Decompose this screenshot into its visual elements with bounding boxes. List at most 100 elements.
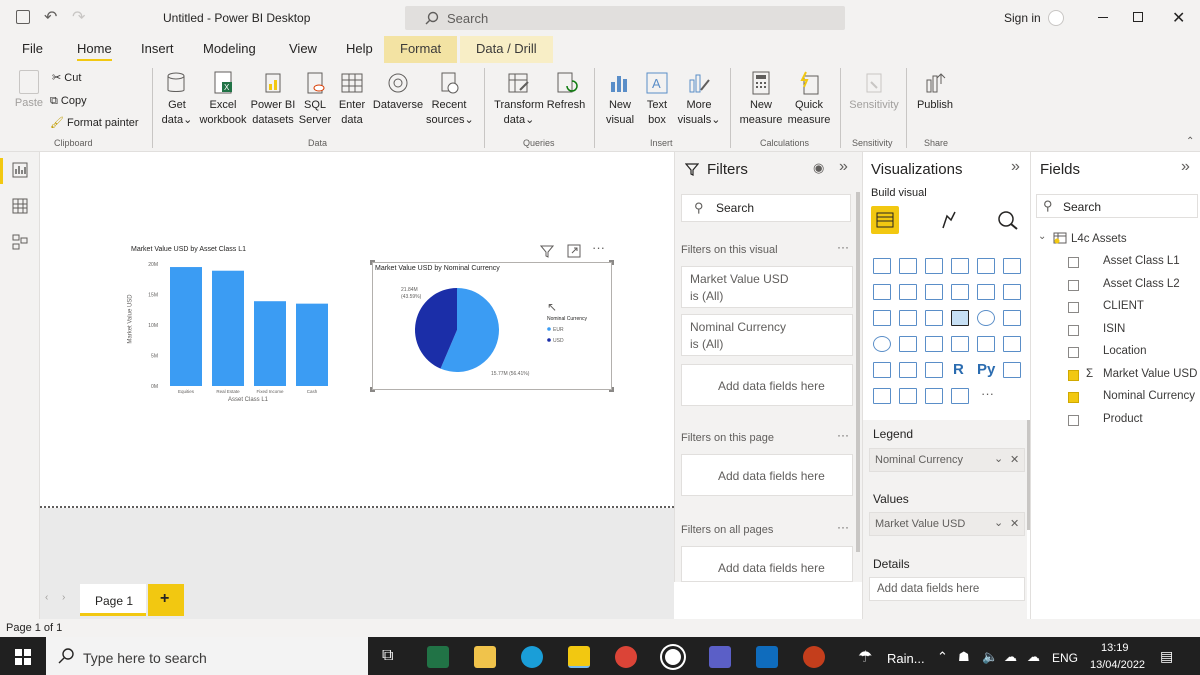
collapse-icon[interactable]: » <box>1011 158 1020 176</box>
narrative-icon[interactable] <box>925 388 943 404</box>
tab-data-drill[interactable]: Data / Drill <box>460 36 553 63</box>
r-script-icon[interactable]: R <box>953 361 964 378</box>
field-checkbox[interactable] <box>1068 302 1079 313</box>
recent-sources-button[interactable]: Recent sources⌄ <box>426 70 474 128</box>
funnel-icon[interactable] <box>899 310 917 326</box>
clustered-bar-chart-icon[interactable] <box>925 258 943 274</box>
sensitivity-button[interactable]: Sensitivity <box>846 70 902 113</box>
more-visuals-icon[interactable]: ··· <box>981 386 994 401</box>
restore-icon[interactable] <box>1133 12 1143 22</box>
more-options-icon[interactable]: ··· <box>837 520 849 534</box>
clock-time[interactable]: 13:19 <box>1101 642 1129 654</box>
field-item[interactable]: Product <box>1103 413 1143 425</box>
chevron-down-icon[interactable]: ⌄ <box>994 516 1003 529</box>
field-item[interactable]: CLIENT <box>1103 300 1144 312</box>
avatar[interactable] <box>1048 10 1064 26</box>
save-icon[interactable] <box>16 10 30 24</box>
excel-app-icon[interactable] <box>427 646 449 668</box>
tab-help[interactable]: Help <box>346 41 373 56</box>
details-well[interactable]: Add data fields here <box>869 577 1025 601</box>
field-item[interactable]: Asset Class L1 <box>1103 255 1180 267</box>
field-checkbox[interactable] <box>1068 414 1079 426</box>
minimize-icon[interactable] <box>1098 17 1108 18</box>
powerpoint-icon[interactable] <box>803 646 825 668</box>
scatter-chart-icon[interactable] <box>925 310 943 326</box>
legend-item[interactable]: USD <box>553 338 564 344</box>
pie-chart-visual[interactable]: Market Value USD by Nominal Currency 21.… <box>370 260 614 392</box>
kpi-icon[interactable] <box>1003 336 1021 352</box>
sign-in-link[interactable]: Sign in <box>1004 11 1041 25</box>
waterfall-chart-icon[interactable] <box>873 310 891 326</box>
stacked-bar-chart-icon[interactable] <box>873 258 891 274</box>
collapse-icon[interactable]: » <box>1181 158 1190 176</box>
tab-file[interactable]: File <box>22 41 43 56</box>
cloud-sync-icon[interactable]: ☁ <box>1004 649 1017 665</box>
field-checkbox[interactable] <box>1068 369 1079 381</box>
add-data-fields-all[interactable]: Add data fields here <box>681 546 853 582</box>
publish-button[interactable]: Publish <box>912 70 958 113</box>
page-tab-1[interactable]: Page 1 <box>80 584 146 616</box>
eye-icon[interactable]: ◉ <box>813 160 824 176</box>
report-view-icon[interactable] <box>12 162 28 178</box>
bar-chart-bar[interactable] <box>170 267 202 386</box>
field-item[interactable]: Location <box>1103 345 1146 357</box>
tab-format[interactable]: Format <box>384 36 458 63</box>
remove-icon[interactable]: ✕ <box>1010 517 1019 530</box>
clustered-column-chart-icon[interactable] <box>951 258 969 274</box>
card-icon[interactable] <box>951 336 969 352</box>
more-options-icon[interactable]: ··· <box>837 240 849 254</box>
cut-button[interactable]: ✂ Cut <box>52 71 81 86</box>
outlook-icon[interactable] <box>756 646 778 668</box>
network-icon[interactable]: ☗ <box>958 649 970 665</box>
close-icon[interactable]: ✕ <box>1172 8 1185 28</box>
python-visual-icon[interactable]: Py <box>977 361 995 378</box>
gauge-icon[interactable] <box>925 336 943 352</box>
edge-icon[interactable] <box>521 646 543 668</box>
table-name-l4c-assets[interactable]: L4c Assets <box>1071 233 1127 245</box>
report-page[interactable]: Market Value USD by Asset Class L1 Marke… <box>40 152 674 508</box>
filter-icon[interactable] <box>540 244 554 258</box>
table-visual-icon[interactable] <box>899 362 917 378</box>
100-stacked-column-icon[interactable] <box>1003 258 1021 274</box>
paginated-report-icon[interactable] <box>951 388 969 404</box>
enter-data-button[interactable]: Enter data <box>336 70 368 128</box>
pie-chart-icon[interactable] <box>951 310 969 326</box>
area-chart-icon[interactable] <box>899 284 917 300</box>
field-checkbox[interactable] <box>1068 392 1079 403</box>
donut-chart-icon[interactable] <box>977 310 995 326</box>
slicer-icon[interactable] <box>873 362 891 378</box>
filter-card-nominal-currency[interactable]: Nominal Currency is (All) <box>681 314 853 356</box>
chevron-down-icon[interactable]: ⌄ <box>994 452 1003 465</box>
decomposition-tree-icon[interactable] <box>873 388 891 404</box>
matrix-icon[interactable] <box>925 362 943 378</box>
collapse-ribbon-icon[interactable]: ⌃ <box>1186 136 1194 147</box>
focus-mode-icon[interactable] <box>567 244 581 258</box>
teams-icon[interactable] <box>709 646 731 668</box>
values-well[interactable]: Market Value USD ⌄ ✕ <box>869 512 1025 536</box>
resize-handle[interactable] <box>609 387 614 392</box>
collapse-icon[interactable]: » <box>839 158 848 176</box>
sql-server-button[interactable]: SQL Server <box>298 70 332 128</box>
windows-start-icon[interactable] <box>15 649 31 665</box>
multi-row-card-icon[interactable] <box>977 336 995 352</box>
scrollbar[interactable] <box>856 192 860 552</box>
key-influencers-icon[interactable] <box>1003 362 1021 378</box>
get-data-button[interactable]: Get data⌄ <box>158 70 196 128</box>
file-explorer-icon[interactable] <box>474 646 496 668</box>
dataverse-button[interactable]: Dataverse <box>372 70 424 113</box>
field-item[interactable]: Nominal Currency <box>1103 390 1195 402</box>
line-stacked-column-icon[interactable] <box>951 284 969 300</box>
bar-chart-bar[interactable] <box>296 303 328 386</box>
bar-chart-bar[interactable] <box>212 270 244 386</box>
copy-button[interactable]: ⧉ Copy <box>50 94 87 109</box>
filters-search-input[interactable]: ⚲ Search <box>681 194 851 222</box>
100-stacked-bar-icon[interactable] <box>977 258 995 274</box>
field-item[interactable]: ISIN <box>1103 323 1125 335</box>
power-bi-datasets-button[interactable]: Power BI datasets <box>250 70 296 128</box>
onedrive-icon[interactable]: ☁ <box>1027 649 1040 665</box>
search-box[interactable]: Search <box>405 6 845 30</box>
field-checkbox[interactable] <box>1068 347 1079 358</box>
quick-measure-button[interactable]: Quick measure <box>786 70 832 128</box>
prev-page-icon[interactable]: ‹ <box>45 592 48 603</box>
analytics-icon[interactable] <box>997 210 1019 230</box>
